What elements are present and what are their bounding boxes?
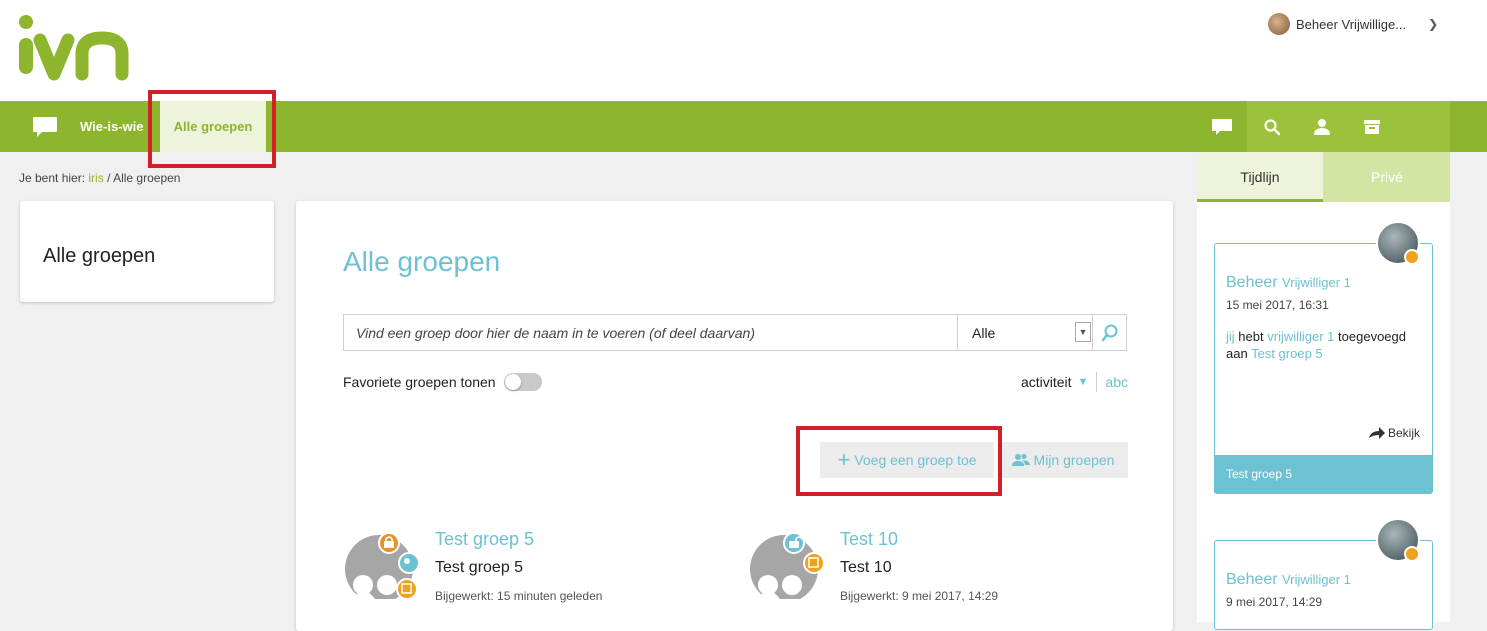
timeline-view-label: Bekijk xyxy=(1387,426,1420,440)
breadcrumb-prefix: Je bent hier: xyxy=(19,171,86,185)
timeline-author-first: Beheer xyxy=(1226,571,1278,588)
timeline-date: 9 mei 2017, 14:29 xyxy=(1226,595,1323,609)
sort-abc[interactable]: abc xyxy=(1105,374,1128,390)
user-icon xyxy=(1314,118,1330,135)
sidebar-title[interactable]: Alle groepen xyxy=(43,245,155,268)
group-name-link[interactable]: Test groep 5 xyxy=(435,529,534,550)
timeline-author[interactable]: Beheer Vrijwilliger 1 xyxy=(1226,571,1351,589)
timeline-avatar[interactable] xyxy=(1376,221,1420,265)
edit-badge-icon xyxy=(1404,546,1420,562)
group-name-link[interactable]: Test 10 xyxy=(840,529,898,550)
search-button[interactable] xyxy=(1092,315,1126,350)
sort-options: activiteit ▼ abc xyxy=(1021,371,1128,393)
search-icon xyxy=(1264,118,1281,135)
group-search-input[interactable] xyxy=(344,315,957,350)
page-title: Alle groepen xyxy=(343,246,501,277)
timeline-author[interactable]: Beheer Vrijwilliger 1 xyxy=(1226,274,1351,292)
user-menu[interactable]: Beheer Vrijwillige... ❯ xyxy=(1268,12,1438,36)
breadcrumb-current: Alle groepen xyxy=(113,171,181,185)
group-subtitle: Test groep 5 xyxy=(435,559,524,576)
group-avatar[interactable] xyxy=(748,533,828,599)
sort-divider xyxy=(1096,372,1098,392)
right-panel-tabs: Tijdlijn Privé xyxy=(1197,152,1450,202)
timeline-author-last: Vrijwilliger 1 xyxy=(1282,275,1351,290)
edit-badge-icon xyxy=(1404,249,1420,265)
chevron-down-icon[interactable]: ▼ xyxy=(1075,322,1091,342)
archive-icon xyxy=(1364,119,1380,134)
highlight-box-add-group xyxy=(796,426,1002,496)
group-subtitle: Test 10 xyxy=(840,559,892,576)
breadcrumb-separator: / xyxy=(107,171,111,185)
panel-tab-archive[interactable] xyxy=(1347,101,1397,152)
breadcrumb-link-iris[interactable]: iris xyxy=(88,171,103,185)
sidebar-card: Alle groepen xyxy=(20,201,274,302)
users-icon xyxy=(1011,454,1030,466)
timeline-author-first: Beheer xyxy=(1226,274,1278,291)
share-arrow-icon xyxy=(1368,427,1385,439)
nav-item-wie-is-wie[interactable]: Wie-is-wie xyxy=(80,101,143,152)
timeline-link-group[interactable]: Test groep 5 xyxy=(1251,346,1323,361)
timeline-card: Beheer Vrijwilliger 1 15 mei 2017, 16:31… xyxy=(1214,243,1433,494)
sort-activiteit[interactable]: activiteit xyxy=(1021,374,1072,390)
toggle-knob xyxy=(504,374,521,390)
highlight-box-nav xyxy=(148,90,276,168)
timeline-text-hebt: hebt xyxy=(1238,329,1264,344)
favorite-groups-label: Favoriete groepen tonen xyxy=(343,374,496,390)
user-avatar xyxy=(1268,13,1290,35)
search-icon xyxy=(1101,324,1117,341)
group-item: Test groep 5 Test groep 5 Bijgewerkt: 15… xyxy=(343,517,683,617)
panel-tab-search[interactable] xyxy=(1247,101,1297,152)
chat-bubble-icon xyxy=(1212,118,1232,135)
group-filter-select[interactable]: Alle ▼ xyxy=(957,315,1092,350)
group-filter-value: Alle xyxy=(972,325,996,341)
favorite-groups-row: Favoriete groepen tonen xyxy=(343,371,542,393)
user-name: Beheer Vrijwillige... xyxy=(1296,16,1407,32)
panel-tab-profile[interactable] xyxy=(1297,101,1347,152)
group-updated: Bijgewerkt: 15 minuten geleden xyxy=(435,589,603,603)
top-bar: Beheer Vrijwillige... ❯ xyxy=(0,0,1487,101)
group-item: Test 10 Test 10 Bijgewerkt: 9 mei 2017, … xyxy=(748,517,1088,617)
timeline-link-jij[interactable]: jij xyxy=(1226,329,1235,344)
group-search-bar: Alle ▼ xyxy=(343,314,1127,351)
timeline-footer-group[interactable]: Test groep 5 xyxy=(1215,455,1432,493)
ivn-logo[interactable] xyxy=(16,10,136,82)
chevron-down-icon[interactable]: ❯ xyxy=(1428,17,1438,31)
timeline-avatar[interactable] xyxy=(1376,518,1420,562)
main-content: Alle groepen Alle ▼ Favoriete groepen to… xyxy=(296,201,1173,631)
timeline-link-user[interactable]: vrijwilliger 1 xyxy=(1267,329,1334,344)
group-updated: Bijgewerkt: 9 mei 2017, 14:29 xyxy=(840,589,999,603)
timeline-author-last: Vrijwilliger 1 xyxy=(1282,572,1351,587)
timeline-view-link[interactable]: Bekijk xyxy=(1368,426,1420,440)
right-panel-nav xyxy=(1197,101,1450,152)
favorite-groups-toggle[interactable] xyxy=(503,373,542,391)
timeline-text: jij hebt vrijwilliger 1 toegevoegd aan T… xyxy=(1226,328,1426,362)
my-groups-label: Mijn groepen xyxy=(1033,452,1115,468)
timeline-date: 15 mei 2017, 16:31 xyxy=(1226,298,1329,312)
tab-prive[interactable]: Privé xyxy=(1324,152,1450,202)
group-avatar[interactable] xyxy=(343,533,423,599)
tab-tijdlijn[interactable]: Tijdlijn xyxy=(1197,152,1323,202)
chat-bubble-icon[interactable] xyxy=(32,116,58,138)
breadcrumb: Je bent hier: iris / Alle groepen xyxy=(19,171,180,185)
panel-tab-chat[interactable] xyxy=(1197,101,1247,152)
my-groups-button[interactable]: Mijn groepen xyxy=(998,442,1128,478)
caret-down-icon[interactable]: ▼ xyxy=(1078,376,1089,388)
